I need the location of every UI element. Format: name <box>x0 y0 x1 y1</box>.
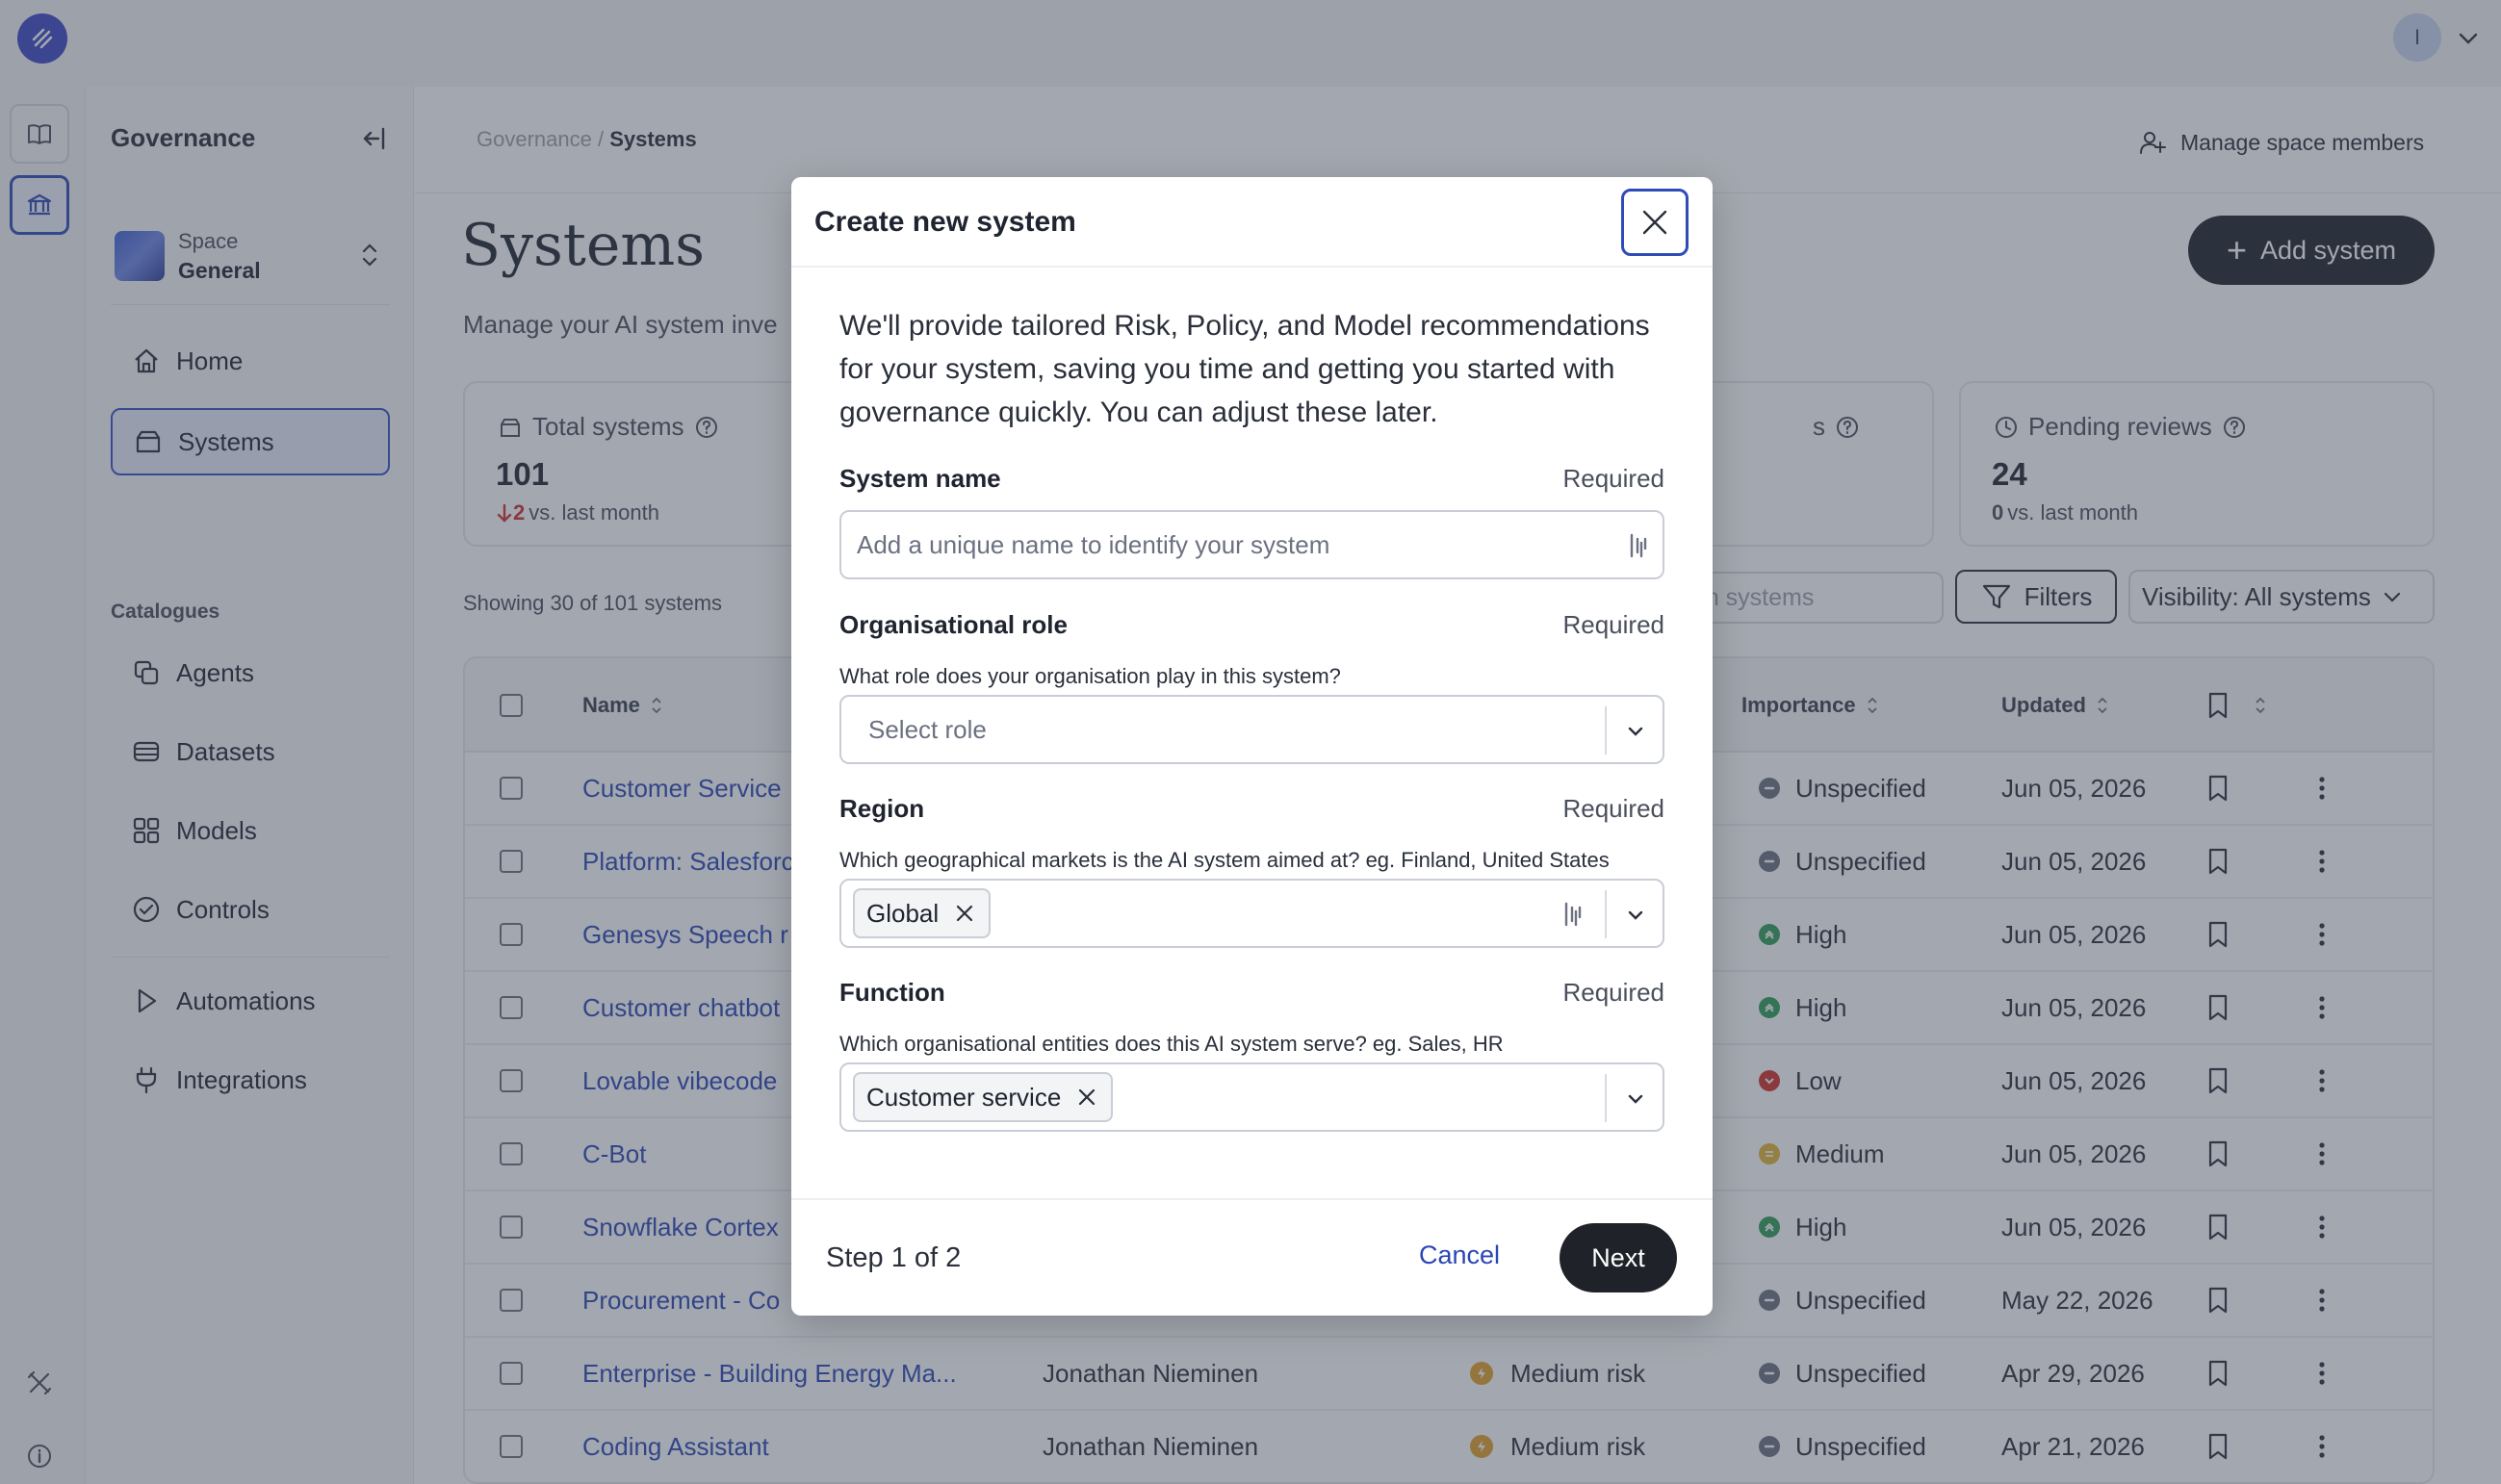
remove-chip-icon[interactable] <box>1074 1085 1099 1110</box>
next-button[interactable]: Next <box>1560 1223 1677 1292</box>
system-name-label: System name <box>839 464 1001 493</box>
org-role-label: Organisational role <box>839 610 1068 639</box>
chip-label: Customer service <box>866 1082 1062 1112</box>
password-manager-icon <box>1564 902 1582 927</box>
required-label: Required <box>1562 794 1664 823</box>
org-role-help: What role does your organisation play in… <box>839 664 1341 688</box>
function-chip: Customer service <box>853 1072 1114 1122</box>
region-help: Which geographical markets is the AI sys… <box>839 848 1610 872</box>
divider <box>1605 1074 1607 1122</box>
function-label: Function <box>839 978 945 1007</box>
system-name-input[interactable]: Add a unique name to identify your syste… <box>839 510 1664 579</box>
close-button[interactable] <box>1621 189 1689 256</box>
divider <box>1605 706 1607 755</box>
required-label: Required <box>1562 978 1664 1007</box>
create-system-dialog: Create new system We'll provide tailored… <box>791 177 1713 1316</box>
dialog-intro: We'll provide tailored Risk, Policy, and… <box>839 310 1650 428</box>
region-label: Region <box>839 794 925 823</box>
region-chip: Global <box>853 888 992 938</box>
org-role-placeholder: Select role <box>868 714 987 744</box>
system-name-placeholder: Add a unique name to identify your syste… <box>857 529 1330 559</box>
function-help: Which organisational entities does this … <box>839 1032 1504 1056</box>
required-label: Required <box>1562 610 1664 639</box>
password-manager-icon <box>1630 533 1647 558</box>
cancel-button[interactable]: Cancel <box>1419 1241 1500 1270</box>
dialog-title: Create new system <box>814 206 1076 238</box>
remove-chip-icon[interactable] <box>952 901 977 926</box>
chevron-down-icon <box>1628 1094 1643 1104</box>
chevron-down-icon <box>1628 727 1643 736</box>
chevron-down-icon <box>1628 910 1643 920</box>
function-multiselect[interactable]: Customer service <box>839 1062 1664 1132</box>
dialog-header: Create new system <box>791 177 1713 268</box>
org-role-select[interactable]: Select role <box>839 695 1664 764</box>
region-multiselect[interactable]: Global <box>839 879 1664 948</box>
dialog-footer: Step 1 of 2 Cancel Next <box>791 1198 1713 1316</box>
divider <box>1605 890 1607 938</box>
chip-label: Global <box>866 898 940 928</box>
step-indicator: Step 1 of 2 <box>826 1242 962 1273</box>
close-icon <box>1642 210 1667 235</box>
required-label: Required <box>1562 464 1664 493</box>
